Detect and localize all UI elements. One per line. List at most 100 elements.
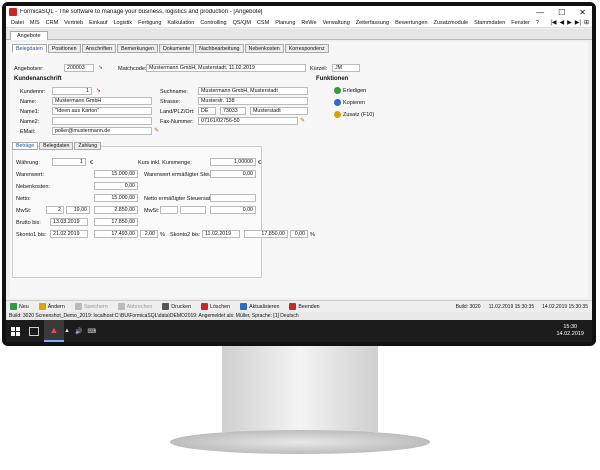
menu-item-16[interactable]: Zusatzmodule [431, 20, 472, 26]
cancel-button[interactable]: Abbrechen [117, 303, 152, 310]
name1-field[interactable]: "Ideen aus Karton" [52, 107, 152, 115]
tray-icon-1[interactable]: 🔊 [75, 328, 82, 335]
email-edit-icon[interactable]: ✎ [154, 127, 159, 134]
suchname-field[interactable]: Mustermann GmbH, Musterstadt [198, 87, 308, 95]
warenwert-field[interactable]: 15.000,00 [94, 170, 138, 178]
start-button[interactable] [6, 320, 24, 342]
kundennr-field[interactable]: 1 [52, 87, 92, 95]
land-field[interactable]: DE [198, 107, 216, 115]
tab-4[interactable]: Dokumente [159, 44, 195, 53]
delete-button[interactable]: Löschen [201, 303, 230, 310]
save-button[interactable]: Speichern [74, 303, 108, 310]
tray-icon-0[interactable]: ▲ [64, 328, 70, 335]
mwst-satz-field[interactable]: 19,00 [66, 206, 90, 214]
mwst2-betrag-field[interactable]: 0,00 [210, 206, 256, 214]
doc-tab-angebote[interactable]: Angebote [10, 31, 48, 40]
skonto2-betrag-field[interactable]: 17.850,00 [244, 230, 288, 238]
ort-field[interactable]: Musterstadt [250, 107, 308, 115]
email-field[interactable]: poller@mustermann.de [52, 127, 152, 135]
printer-icon [162, 303, 170, 310]
menu-item-14[interactable]: Zeiterfassung [353, 20, 392, 26]
nav-button-3[interactable]: ▶| [575, 19, 581, 26]
menu-item-9[interactable]: QS/QM [230, 20, 254, 26]
menu-item-19[interactable]: ? [533, 20, 542, 26]
name2-field[interactable] [52, 117, 152, 125]
mwst-code-field[interactable]: 2 [46, 206, 64, 214]
customer-lookup-icon[interactable]: ➘ [96, 87, 101, 94]
menu-item-1[interactable]: MIS [27, 20, 43, 26]
task-view-button[interactable] [24, 320, 44, 342]
brutto-datum-field[interactable]: 13.03.2019 [50, 218, 88, 226]
menu-item-4[interactable]: Einkauf [86, 20, 110, 26]
minimize-button[interactable]: — [536, 8, 544, 17]
menu-item-12[interactable]: ReWe [298, 20, 319, 26]
menu-item-11[interactable]: Planung [272, 20, 298, 26]
nebenkosten-field[interactable]: 0,00 [94, 182, 138, 190]
menu-item-6[interactable]: Fertigung [135, 20, 164, 26]
skonto2-datum-field[interactable]: 11.02.2019 [202, 230, 240, 238]
mwst-betrag-field[interactable]: 2.850,00 [94, 206, 138, 214]
tab-5[interactable]: Nachbearbeitung [195, 44, 244, 53]
angebotsnr-field[interactable]: 200003 [64, 64, 94, 72]
brutto-field[interactable]: 17.850,00 [94, 218, 138, 226]
inner-tab-1[interactable]: Belegdaten [39, 142, 74, 150]
kuerzel-field[interactable]: JM [332, 64, 360, 72]
taskbar: ▲ ▲ 🔊 ⌨ 15:30 14.02.2019 [6, 320, 592, 342]
lookup-icon[interactable]: ➘ [98, 64, 103, 71]
tray-icon-2[interactable]: ⌨ [87, 328, 96, 335]
menu-item-17[interactable]: Stammdaten [471, 20, 508, 26]
menu-item-10[interactable]: CSM [254, 20, 272, 26]
warenwert-erm-field[interactable]: 0,00 [210, 170, 256, 178]
menu-item-0[interactable]: Datei [8, 20, 27, 26]
close-form-button[interactable]: Beenden [289, 303, 320, 310]
nav-button-2[interactable]: ▶ [567, 19, 572, 26]
zusatz-button[interactable]: Zusatz (F10) [334, 111, 374, 118]
strasse-field[interactable]: Musterstr. 138 [198, 97, 308, 105]
formica-taskbar-app[interactable]: ▲ [44, 320, 64, 342]
fax-edit-icon[interactable]: ✎ [300, 117, 305, 124]
menu-item-13[interactable]: Verwaltung [320, 20, 353, 26]
maximize-button[interactable]: ☐ [558, 8, 565, 17]
skonto1-pct-field[interactable]: 2,00 [140, 230, 158, 238]
kurs-field[interactable]: 1,00000 [210, 158, 256, 166]
mwst2-code-field[interactable] [160, 206, 178, 214]
refresh-button[interactable]: Aktualisieren [240, 303, 279, 310]
netto-erm-field[interactable] [210, 194, 256, 202]
tab-2[interactable]: Anschriften [81, 44, 117, 53]
menu-item-5[interactable]: Logistik [110, 20, 135, 26]
inner-tab-0[interactable]: Beträge [12, 142, 39, 150]
menu-item-8[interactable]: Controlling [197, 20, 229, 26]
menu-item-18[interactable]: Fenster [508, 20, 533, 26]
kopieren-button[interactable]: Kopieren [334, 99, 365, 106]
mwst2-satz-field[interactable] [180, 206, 206, 214]
skonto2-pct-field[interactable]: 0,00 [290, 230, 308, 238]
menu-item-3[interactable]: Vertrieb [61, 20, 86, 26]
name-field[interactable]: Mustermann GmbH [52, 97, 152, 105]
waehrung-field[interactable]: 1 [52, 158, 86, 166]
netto-field[interactable]: 15.000,00 [94, 194, 138, 202]
name-label: Name: [20, 99, 37, 105]
matchcode-field[interactable]: Mustermann GmbH, Musterstadt, 11.02.2019 [146, 64, 306, 72]
tab-1[interactable]: Positionen [47, 44, 81, 53]
clock[interactable]: 15:30 14.02.2019 [556, 324, 592, 338]
print-button[interactable]: Drucken [162, 303, 191, 310]
plz-field[interactable]: 73033 [220, 107, 246, 115]
menu-item-7[interactable]: Kalkulation [164, 20, 197, 26]
menu-item-2[interactable]: CRM [43, 20, 62, 26]
nav-button-4[interactable]: ⊞ [584, 19, 589, 26]
edit-button[interactable]: Ändern [38, 303, 65, 310]
menu-item-15[interactable]: Bewertungen [392, 20, 430, 26]
tab-7[interactable]: Korrespondenz [284, 44, 329, 53]
tab-3[interactable]: Bemerkungen [117, 44, 159, 53]
tab-0[interactable]: Belegdaten [12, 44, 47, 53]
nav-button-0[interactable]: |◀ [550, 19, 556, 26]
new-button[interactable]: Neu [10, 303, 29, 310]
close-button[interactable]: ✕ [579, 8, 586, 17]
skonto1-betrag-field[interactable]: 17.493,00 [94, 230, 138, 238]
inner-tab-2[interactable]: Zahlung [74, 142, 102, 150]
nav-button-1[interactable]: ◀ [560, 19, 565, 26]
fax-field[interactable]: 07161/02756-50 [198, 117, 298, 125]
skonto1-datum-field[interactable]: 21.02.2019 [50, 230, 88, 238]
tab-6[interactable]: Nebenkosten [244, 44, 284, 53]
erledigen-button[interactable]: Erledigen [334, 87, 366, 94]
